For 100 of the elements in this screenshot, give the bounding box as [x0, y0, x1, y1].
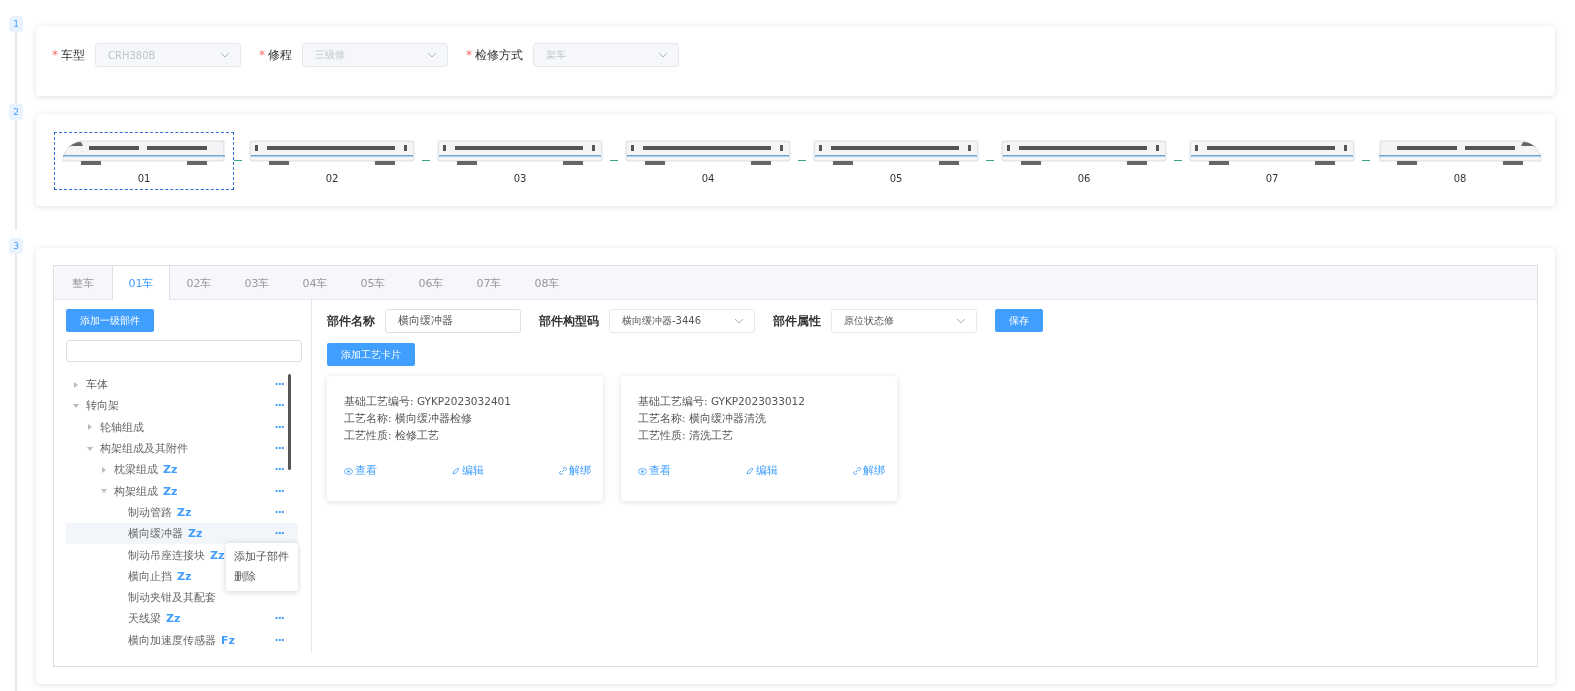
tree-node-label[interactable]: 横向加速度传感器 [128, 632, 216, 648]
status-label: Fz [221, 633, 235, 647]
chevron-down-icon [220, 52, 230, 58]
link-icon [559, 467, 567, 475]
tree-node-label[interactable]: 横向止挡 [128, 568, 172, 584]
step-badge: 2 [9, 104, 23, 120]
status-label: Zz [177, 569, 192, 583]
tree-node-label[interactable]: 制动吊座连接块 [128, 547, 205, 563]
car-tab[interactable]: 02车 [170, 266, 228, 300]
chevron-down-icon [658, 52, 668, 58]
filter-label: * 修程 [259, 46, 292, 64]
add-card-button[interactable]: 添加工艺卡片 [327, 343, 415, 366]
car-item[interactable]: 08 [1370, 132, 1550, 190]
link-icon [853, 467, 861, 475]
card-action-link[interactable]: 查看 [344, 464, 377, 478]
filter-label: * 检修方式 [466, 46, 523, 64]
chevron-down-icon [734, 318, 744, 324]
car-item[interactable]: 05 [806, 132, 986, 190]
more-menu[interactable]: ··· [274, 612, 284, 626]
status-label: Zz [166, 612, 181, 626]
car-item[interactable]: 06 [994, 132, 1174, 190]
select-field[interactable]: 原位状态修 [831, 309, 977, 333]
card-text: 基础工艺编号: GYKP2023033012 [638, 394, 806, 409]
car-item[interactable]: 03 [430, 132, 610, 190]
field-label: 部件名称 [327, 312, 375, 330]
car-tab[interactable]: 04车 [286, 266, 344, 300]
more-menu[interactable]: ··· [274, 505, 284, 519]
eye-icon [638, 467, 647, 475]
add-part-button[interactable]: 添加一级部件 [66, 309, 154, 332]
tree-node-label[interactable]: 车体 [86, 377, 108, 393]
tree-node-label[interactable]: 轮轴组成 [100, 419, 144, 435]
menu-item[interactable]: 添加子部件 [226, 547, 298, 567]
car-item[interactable]: 07 [1182, 132, 1362, 190]
car-tab[interactable]: 05车 [344, 266, 402, 300]
field-label: 部件属性 [773, 312, 821, 330]
car-tab[interactable]: 06车 [402, 266, 460, 300]
car-label: 08 [1453, 173, 1467, 184]
select-field[interactable]: 横向缓冲器-3446 [609, 309, 755, 333]
car-label: 07 [1265, 173, 1279, 184]
search-field[interactable] [66, 340, 302, 362]
card-action-link[interactable]: 解绑 [853, 464, 885, 478]
car-tab[interactable]: 整车 [54, 266, 112, 300]
coupler-line [986, 160, 994, 161]
tree-node-label[interactable]: 天线梁 [128, 611, 161, 627]
more-menu[interactable]: ··· [274, 527, 284, 541]
car-label: 04 [701, 173, 715, 184]
card-action-link[interactable]: 编辑 [452, 464, 484, 478]
save-button[interactable]: 保存 [995, 309, 1043, 332]
more-menu[interactable]: ··· [274, 484, 284, 498]
card-text: 基础工艺编号: GYKP2023032401 [344, 394, 512, 409]
step-badge: 3 [9, 238, 23, 254]
more-menu[interactable]: ··· [274, 463, 284, 477]
tree-node-label[interactable]: 构架组成 [114, 483, 158, 499]
more-menu[interactable]: ··· [274, 420, 284, 434]
car-label: 05 [889, 173, 903, 184]
tree-node-label[interactable]: 枕梁组成 [114, 462, 158, 478]
coupler-line [610, 160, 618, 161]
status-label: Zz [177, 505, 192, 519]
menu-item[interactable]: 删除 [226, 567, 298, 587]
scrollbar[interactable] [288, 374, 291, 470]
card-action-link[interactable]: 解绑 [559, 464, 591, 478]
card-action-link[interactable]: 编辑 [746, 464, 778, 478]
car-item[interactable]: 04 [618, 132, 798, 190]
tree-node-label[interactable]: 转向架 [86, 398, 119, 414]
car-tab[interactable]: 08车 [518, 266, 576, 300]
status-label: Zz [188, 527, 203, 541]
car-item[interactable]: 02 [242, 132, 422, 190]
input-field[interactable]: 横向缓冲器 [385, 309, 521, 333]
card-text: 工艺名称: 横向缓冲器清洗 [638, 411, 767, 426]
coupler-line [1362, 160, 1370, 161]
filter-label: * 车型 [52, 46, 85, 64]
field-label: 部件构型码 [539, 312, 599, 330]
tree-node-label[interactable]: 制动管路 [128, 504, 172, 520]
step-badge: 1 [9, 16, 23, 32]
car-item[interactable]: 01 [54, 132, 234, 190]
more-menu[interactable]: ··· [274, 399, 284, 413]
card-text: 工艺名称: 横向缓冲器检修 [344, 411, 473, 426]
coupler-line [1174, 160, 1182, 161]
car-tab[interactable]: 03车 [228, 266, 286, 300]
card-action-link[interactable]: 查看 [638, 464, 671, 478]
car-label: 03 [513, 173, 527, 184]
car-label: 01 [137, 173, 151, 184]
status-label: Zz [163, 484, 178, 498]
tree-node-label[interactable]: 制动夹钳及其配套 [128, 590, 216, 606]
pencil-icon [452, 467, 460, 475]
more-menu[interactable]: ··· [274, 442, 284, 456]
more-menu[interactable]: ··· [274, 378, 284, 392]
more-menu[interactable]: ··· [274, 633, 284, 647]
status-label: Zz [163, 463, 178, 477]
car-tab[interactable]: 01车 [112, 266, 170, 300]
car-tab[interactable]: 07车 [460, 266, 518, 300]
chevron-down-icon [427, 52, 437, 58]
chevron-down-icon [956, 318, 966, 324]
tree-node-label[interactable]: 构架组成及其附件 [100, 441, 188, 457]
coupler-line [422, 160, 430, 161]
card-text: 工艺性质: 清洗工艺 [638, 428, 734, 443]
tree-node-label[interactable]: 横向缓冲器 [128, 526, 183, 542]
car-label: 06 [1077, 173, 1091, 184]
coupler-line [798, 160, 806, 161]
car-label: 02 [325, 173, 339, 184]
